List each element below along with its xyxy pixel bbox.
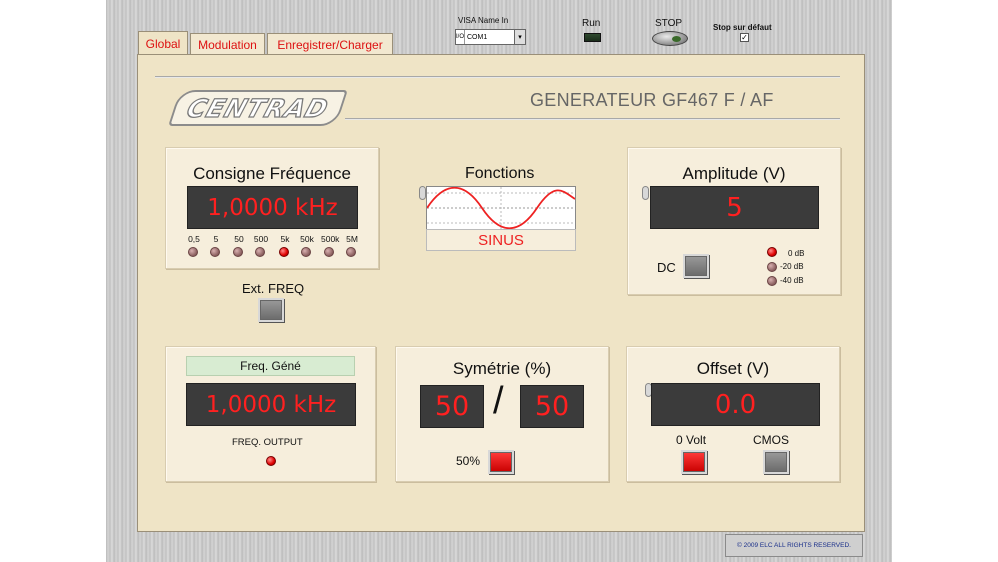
range-label-0: 0,5 — [188, 234, 200, 244]
atten-40db-led[interactable] — [767, 276, 777, 286]
range-label-1: 5 — [213, 234, 219, 244]
ext-freq-label: Ext. FREQ — [242, 281, 305, 296]
zero-volt-button[interactable] — [681, 450, 707, 474]
offset-title: Offset (V) — [696, 359, 770, 378]
dc-label: DC — [657, 260, 676, 275]
function-value[interactable]: SINUS — [426, 229, 576, 251]
range-led-3[interactable] — [255, 247, 265, 257]
range-label-5: 50k — [300, 234, 314, 244]
range-label-2: 50 — [234, 234, 244, 244]
range-label-4: 5k — [280, 234, 290, 244]
atten-0db-label: 0 dB — [788, 249, 805, 258]
amplitude-spin[interactable] — [642, 186, 649, 200]
symmetry-left-display[interactable]: 50 — [420, 385, 484, 428]
range-led-5[interactable] — [301, 247, 311, 257]
range-label-3: 500 — [253, 234, 269, 244]
stop-label: STOP — [655, 18, 683, 29]
frequency-title: Consigne Fréquence — [193, 164, 351, 183]
symmetry-50-button[interactable] — [488, 450, 514, 474]
cmos-button[interactable] — [763, 450, 789, 474]
divider-title — [345, 118, 840, 120]
symmetry-title: Symétrie (%) — [452, 359, 552, 378]
stop-on-error-checkbox[interactable]: ✓ — [740, 33, 749, 42]
symmetry-50-label: 50% — [456, 454, 481, 468]
freq-output-display: 1,0000 kHz — [186, 383, 356, 426]
logo-text: CENTRAD — [183, 93, 333, 123]
functions-title: Fonctions — [465, 165, 535, 182]
brand-logo: CENTRAD — [168, 90, 348, 126]
cmos-label: CMOS — [753, 433, 789, 447]
run-label: Run — [582, 18, 601, 29]
range-led-2[interactable] — [233, 247, 243, 257]
range-label-6: 500k — [321, 234, 340, 244]
ext-freq-button[interactable] — [258, 298, 284, 322]
frequency-display[interactable]: 1,0000 kHz — [187, 186, 358, 229]
atten-40db-label: -40 dB — [780, 276, 804, 285]
function-selector-spin[interactable] — [419, 186, 426, 200]
divider-top — [155, 76, 840, 78]
freq-output-led — [266, 456, 276, 466]
offset-display[interactable]: 0.0 — [651, 383, 820, 426]
atten-20db-label: -20 dB — [780, 262, 804, 271]
freq-output-label: FREQ. OUTPUT — [232, 437, 303, 448]
tab-save-load[interactable]: Enregistrer/Charger — [267, 33, 393, 55]
device-title: GENERATEUR GF467 F / AF — [530, 90, 774, 110]
visa-resource-select[interactable]: I/O COM1 ▾ — [455, 29, 526, 45]
io-icon: I/O — [456, 30, 465, 44]
visa-value: COM1 — [467, 33, 488, 41]
range-label-7: 5M — [346, 234, 358, 244]
range-led-0[interactable] — [188, 247, 198, 257]
dc-button[interactable] — [683, 254, 709, 278]
stop-button[interactable] — [652, 31, 688, 46]
atten-0db-led[interactable] — [767, 247, 777, 257]
visa-label: VISA Name In — [458, 16, 509, 25]
range-led-4[interactable] — [279, 247, 289, 257]
zero-volt-label: 0 Volt — [676, 433, 707, 447]
atten-20db-led[interactable] — [767, 262, 777, 272]
copyright-footer: © 2009 ELC ALL RIGHTS RESERVED. — [725, 534, 863, 557]
range-led-1[interactable] — [210, 247, 220, 257]
chevron-down-icon[interactable]: ▾ — [514, 30, 525, 44]
freq-output-header: Freq. Géné — [186, 356, 355, 376]
tab-global[interactable]: Global — [138, 31, 188, 55]
range-led-7[interactable] — [346, 247, 356, 257]
waveform-preview — [426, 186, 576, 230]
symmetry-separator: / — [493, 380, 504, 422]
amplitude-display[interactable]: 5 — [650, 186, 819, 229]
range-led-6[interactable] — [324, 247, 334, 257]
sine-wave-icon — [426, 186, 576, 230]
symmetry-right-display[interactable]: 50 — [520, 385, 584, 428]
stop-on-error-label: Stop sur défaut — [713, 23, 772, 32]
amplitude-title: Amplitude (V) — [682, 164, 786, 183]
tab-modulation[interactable]: Modulation — [190, 33, 265, 55]
run-indicator — [584, 33, 601, 42]
